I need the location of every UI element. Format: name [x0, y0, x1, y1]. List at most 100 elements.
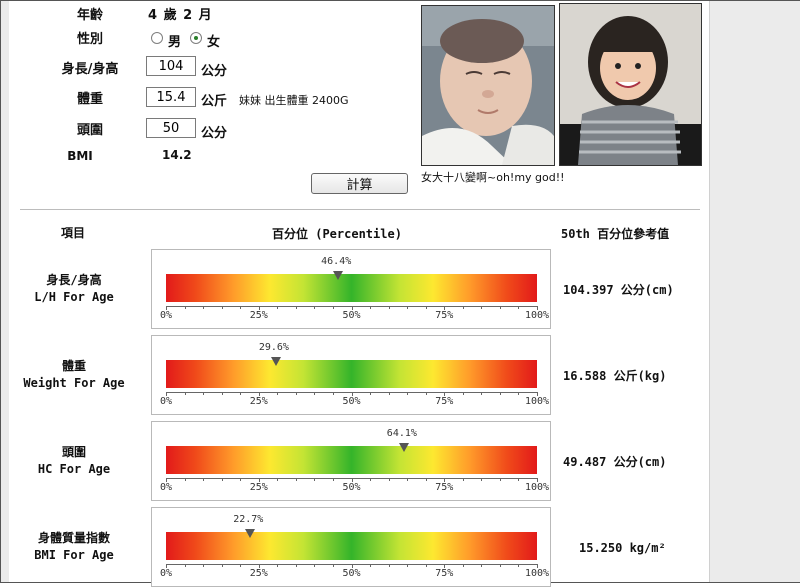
row-label-en: Weight For Age [23, 376, 125, 390]
photo-caption: 女大十八變啊~oh!my god!! [421, 171, 565, 184]
axis-tick [370, 392, 372, 395]
axis-tick [332, 478, 334, 481]
axis-tick [240, 478, 242, 481]
calculate-button[interactable]: 計算 [311, 173, 408, 194]
axis-tick-label: 25% [249, 568, 268, 579]
baby-photo [421, 5, 555, 166]
axis-tick [203, 306, 205, 309]
hc-unit: 公分 [201, 126, 228, 141]
axis-tick [332, 392, 334, 395]
row-label-zh: 身長/身高 [46, 273, 102, 287]
axis-tick [295, 564, 297, 567]
axis-tick [277, 392, 279, 395]
axis-tick-label: 100% [525, 482, 550, 493]
axis-tick [370, 564, 372, 567]
axis-tick [462, 306, 464, 309]
percentile-value-label: 46.4% [321, 256, 352, 267]
axis-tick [203, 478, 205, 481]
percentile-panel-weight: 29.6% 0% 25% 50% 75% 100% [151, 335, 551, 415]
percentile-marker [270, 357, 281, 366]
row-label-en: L/H For Age [34, 290, 114, 304]
axis-tick [184, 564, 186, 567]
axis-tick [221, 392, 223, 395]
axis-tick [518, 478, 520, 481]
axis-tick-label: 50% [342, 482, 361, 493]
axis-tick [184, 306, 186, 309]
col-header-item: 項目 [61, 226, 86, 240]
right-margin [709, 1, 800, 582]
axis-tick-label: 50% [342, 310, 361, 321]
row-label-en: HC For Age [37, 462, 111, 476]
row-label-en: BMI For Age [34, 548, 114, 562]
axis-tick-label: 0% [160, 568, 173, 579]
gender-male-radio[interactable] [151, 32, 163, 44]
axis-tick [221, 478, 223, 481]
percentile-marker [333, 271, 344, 280]
gender-female-label[interactable]: 女 [207, 31, 220, 50]
percentile-marker [245, 529, 256, 538]
height-unit: 公分 [201, 64, 228, 79]
growth-calculator: 年齡 4 歲 2 月 性別 男 女 身長/身高 公分 體重 公斤 妹妹 出生體重… [10, 1, 709, 587]
axis-tick [407, 392, 409, 395]
axis-tick-label: 100% [525, 568, 550, 579]
axis-tick [407, 478, 409, 481]
axis-tick [240, 306, 242, 309]
row-label-bmi: 身體質量指數 BMI For Age [12, 530, 136, 564]
reference-weight: 16.588 公斤(kg) [563, 369, 667, 383]
axis-tick [203, 564, 205, 567]
axis-tick [314, 392, 316, 395]
age-value: 4 歲 2 月 [148, 8, 213, 23]
row-label-zh: 頭圍 [61, 445, 86, 459]
axis-tick [481, 564, 483, 567]
left-margin [1, 1, 9, 582]
axis-tick [388, 478, 390, 481]
axis-tick [388, 564, 390, 567]
percentile-panel-bmi: 22.7% 0% 25% 50% 75% 100% [151, 507, 551, 587]
axis-tick [277, 564, 279, 567]
axis-tick-label: 100% [525, 310, 550, 321]
axis-tick-label: 0% [160, 396, 173, 407]
axis-tick [462, 478, 464, 481]
row-label-height: 身長/身高 L/H For Age [12, 272, 136, 306]
percentile-panel-hc: 64.1% 0% 25% 50% 75% 100% [151, 421, 551, 501]
axis-tick-label: 25% [249, 396, 268, 407]
axis-tick-label: 25% [249, 310, 268, 321]
axis-tick [277, 306, 279, 309]
percentile-panel-height: 46.4% 0% 25% 50% 75% 100% [151, 249, 551, 329]
axis-tick [425, 306, 427, 309]
axis-tick [184, 478, 186, 481]
axis-tick [407, 564, 409, 567]
reference-height: 104.397 公分(cm) [563, 283, 674, 297]
hc-label: 頭圍 [76, 123, 103, 138]
axis-tick [425, 564, 427, 567]
weight-label: 體重 [76, 92, 103, 107]
percentile-value-label: 64.1% [386, 428, 417, 439]
gender-label: 性別 [76, 32, 103, 47]
col-header-reference: 50th 百分位參考值 [561, 227, 670, 241]
axis-tick [499, 306, 501, 309]
axis-tick [462, 392, 464, 395]
weight-unit: 公斤 [201, 94, 228, 109]
gender-male-label[interactable]: 男 [168, 31, 181, 50]
height-input[interactable] [146, 56, 196, 76]
weight-input[interactable] [146, 87, 196, 107]
hc-input[interactable] [146, 118, 196, 138]
section-divider [20, 209, 700, 210]
axis-tick [221, 306, 223, 309]
percentile-marker [398, 443, 409, 452]
axis-tick [221, 564, 223, 567]
axis-tick-label: 25% [249, 482, 268, 493]
axis-tick [499, 392, 501, 395]
axis-tick-label: 75% [435, 568, 454, 579]
axis-tick [518, 306, 520, 309]
axis-tick [370, 306, 372, 309]
percentile-gradient-bar [166, 274, 537, 302]
axis-tick [481, 392, 483, 395]
axis-tick [295, 306, 297, 309]
percentile-value-label: 29.6% [258, 342, 289, 353]
axis-tick [388, 392, 390, 395]
gender-female-radio[interactable] [190, 32, 202, 44]
axis-tick-label: 75% [435, 396, 454, 407]
birth-weight-note: 妹妹 出生體重 2400G [239, 94, 349, 107]
axis-tick-label: 75% [435, 310, 454, 321]
